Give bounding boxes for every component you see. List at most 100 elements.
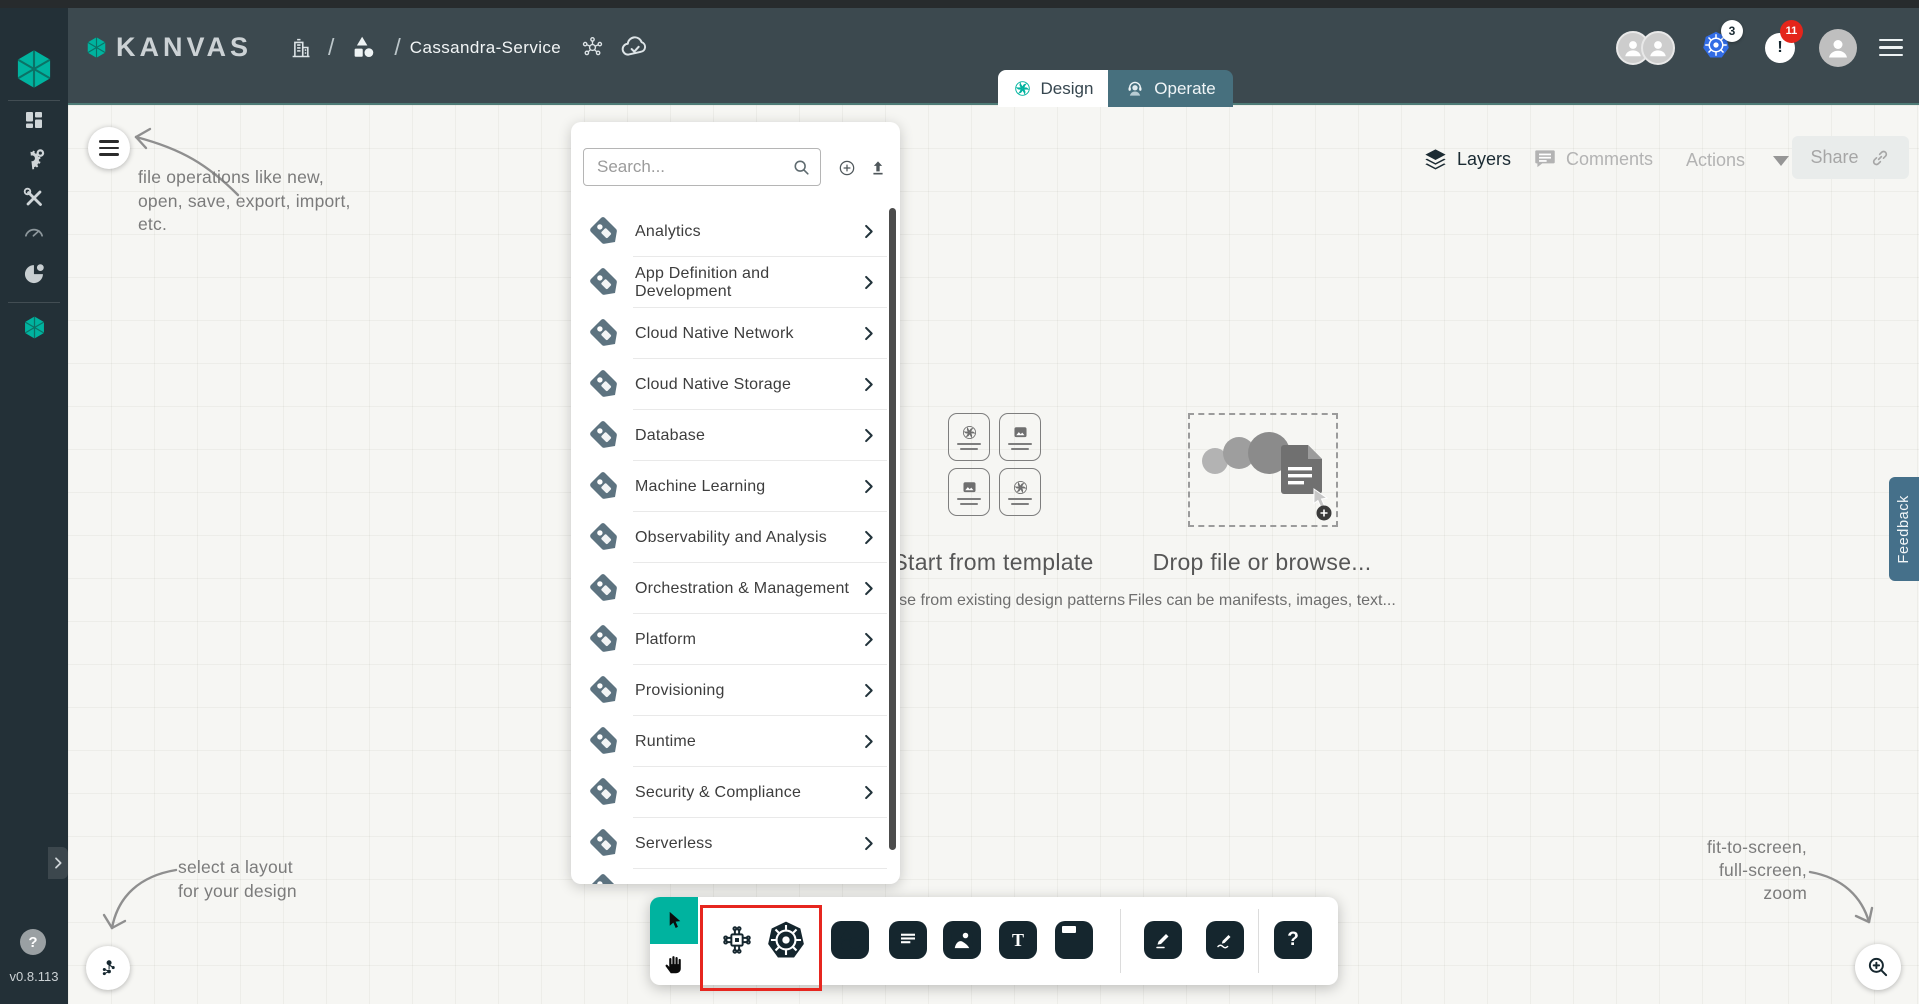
sidebar-item-settings[interactable] [0, 145, 68, 172]
component-search[interactable] [583, 148, 821, 186]
cloud-native-network-tag-icon [588, 317, 622, 351]
category-row[interactable]: Platform [571, 614, 893, 665]
platform-tag-icon [588, 623, 622, 657]
dropzone-title[interactable]: Drop file or browse... [1092, 549, 1432, 576]
category-list: Analytics App Definition and Development… [571, 206, 893, 869]
sidebar-item-kanvas[interactable] [0, 314, 68, 341]
kubernetes-context-chip[interactable]: 3 [1701, 30, 1731, 65]
layout-button[interactable] [86, 946, 130, 990]
import-upload-icon[interactable] [868, 158, 888, 178]
security-compliance-tag-icon [588, 776, 622, 810]
cloud-saved-icon[interactable] [619, 32, 650, 63]
note-tool[interactable] [1055, 921, 1093, 959]
dashboard-icon [22, 108, 46, 132]
sidebar-expand-button[interactable] [48, 847, 68, 879]
chevron-right-icon [859, 375, 878, 394]
feedback-tab[interactable]: Feedback [1889, 477, 1919, 581]
comments-button[interactable]: Comments [1532, 146, 1653, 172]
help-tool[interactable]: ? [1274, 921, 1312, 959]
category-label: Serverless [635, 835, 859, 853]
tab-operate[interactable]: Operate [1108, 70, 1233, 107]
collaborator-avatars[interactable] [1616, 31, 1675, 65]
actions-dropdown[interactable]: Actions [1686, 150, 1789, 171]
panel-scrollbar-thumb[interactable] [889, 208, 896, 850]
sidebar-item-catalog[interactable] [0, 260, 68, 287]
template-card[interactable] [999, 413, 1041, 461]
kanvas-app: ? v0.8.113 KANVAS / / Cassandra-Service [0, 0, 1919, 1004]
runtime-tag-icon [588, 725, 622, 759]
comment-tool[interactable] [889, 921, 927, 959]
observability-tag-icon [588, 521, 622, 555]
search-icon[interactable] [791, 157, 812, 178]
category-row[interactable]: Database [571, 410, 893, 461]
zoom-button[interactable] [1855, 944, 1901, 990]
notification-bell[interactable]: ! 11 [1765, 33, 1795, 63]
category-row[interactable]: Cloud Native Network [571, 308, 893, 359]
workspace-shapes-icon[interactable] [349, 33, 379, 63]
chevron-right-icon [859, 630, 878, 649]
pen-tool[interactable] [1144, 921, 1182, 959]
file-dropzone[interactable] [1188, 413, 1338, 527]
canvas-menu-button[interactable] [88, 127, 130, 169]
template-card[interactable] [999, 468, 1041, 516]
shapes-tool[interactable] [831, 921, 869, 959]
category-label: Machine Learning [635, 478, 859, 496]
zoom-in-icon [1865, 954, 1891, 980]
serverless-tag-icon [588, 827, 622, 861]
kanvas-hexagon-icon [21, 314, 48, 341]
app-definition-tag-icon [588, 266, 622, 300]
select-tool[interactable] [650, 897, 698, 944]
pan-tool[interactable] [650, 944, 698, 985]
category-row[interactable]: Cloud Native Storage [571, 359, 893, 410]
drop-document-icon [1278, 443, 1338, 521]
header-menu-button[interactable] [1879, 39, 1903, 57]
cloud-native-storage-tag-icon [588, 368, 622, 402]
search-input[interactable] [597, 157, 791, 177]
category-row[interactable]: Observability and Analysis [571, 512, 893, 563]
chevron-right-icon [859, 324, 878, 343]
layers-label: Layers [1457, 149, 1511, 170]
design-name[interactable]: Cassandra-Service [410, 38, 561, 58]
help-button[interactable]: ? [20, 929, 46, 955]
layers-button[interactable]: Layers [1422, 146, 1511, 173]
text-tool-glyph: T [1012, 930, 1024, 951]
layer5-logo-icon[interactable] [0, 46, 68, 92]
crossed-tools-icon [21, 185, 47, 211]
environment-molecule-icon[interactable] [579, 34, 606, 61]
template-card[interactable] [948, 413, 990, 461]
category-row[interactable]: Runtime [571, 716, 893, 767]
notification-count-badge: 11 [1780, 20, 1803, 43]
sidebar-item-dashboard[interactable] [0, 108, 68, 132]
add-component-icon[interactable] [837, 158, 857, 178]
tab-design[interactable]: Design [998, 70, 1108, 107]
person-icon [1645, 35, 1671, 61]
organization-icon[interactable] [287, 34, 314, 61]
sidebar-item-toolbox[interactable] [0, 185, 68, 211]
breadcrumb-separator: / [328, 34, 334, 61]
chevron-right-icon [859, 528, 878, 547]
category-row[interactable]: Provisioning [571, 665, 893, 716]
layers-icon [1422, 146, 1449, 173]
category-row[interactable]: Security & Compliance [571, 767, 893, 818]
sidebar-item-performance[interactable] [0, 219, 68, 245]
feedback-label: Feedback [1896, 495, 1912, 563]
category-label: App Definition and Development [635, 265, 859, 301]
components-panel: Analytics App Definition and Development… [571, 122, 900, 884]
category-row[interactable]: App Definition and Development [571, 257, 893, 308]
share-button[interactable]: Share [1792, 136, 1909, 179]
image-tool[interactable] [943, 921, 981, 959]
category-label: Database [635, 427, 859, 445]
collaborator-avatar[interactable] [1641, 31, 1675, 65]
category-row[interactable]: Serverless [571, 818, 893, 869]
template-cards[interactable] [948, 413, 1041, 516]
category-row[interactable]: Analytics [571, 206, 893, 257]
category-row[interactable]: Orchestration & Management [571, 563, 893, 614]
category-row[interactable]: Machine Learning [571, 461, 893, 512]
template-card[interactable] [948, 468, 990, 516]
user-avatar[interactable] [1819, 29, 1857, 67]
design-spiral-icon [1011, 479, 1030, 496]
text-tool[interactable]: T [999, 921, 1037, 959]
doodle-tool[interactable] [1206, 921, 1244, 959]
chevron-right-icon [859, 783, 878, 802]
kanvas-logo-icon[interactable] [84, 35, 109, 60]
